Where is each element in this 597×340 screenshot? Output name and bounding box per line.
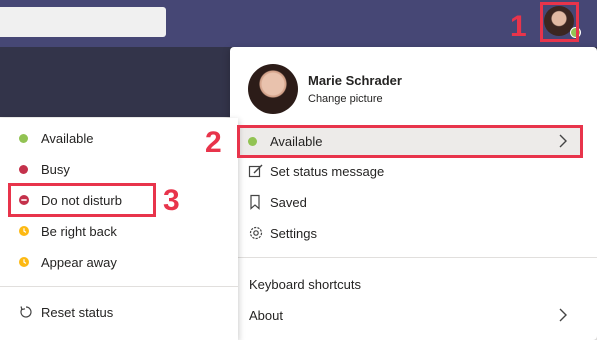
menu-item-keyboard-shortcuts[interactable]: Keyboard shortcuts — [240, 270, 581, 298]
status-divider — [0, 286, 238, 287]
status-option-be-right-back[interactable]: Be right back — [0, 217, 238, 245]
menu-item-settings[interactable]: Settings — [240, 219, 581, 247]
chevron-right-icon — [559, 308, 567, 322]
menu-item-saved[interactable]: Saved — [240, 188, 581, 216]
annotation-number-1: 1 — [510, 10, 527, 43]
reset-status-button[interactable]: Reset status — [0, 298, 238, 326]
menu-item-label: About — [249, 307, 283, 323]
menu-item-label: Set status message — [270, 163, 385, 179]
annotation-box-2 — [237, 125, 583, 158]
clock-icon — [19, 257, 41, 267]
status-label: Be right back — [41, 223, 117, 239]
clock-icon — [19, 226, 41, 236]
status-option-busy[interactable]: Busy — [0, 155, 238, 183]
status-label: Appear away — [41, 254, 117, 270]
avatar[interactable] — [248, 64, 298, 114]
menu-item-about[interactable]: About — [240, 301, 581, 329]
status-option-appear-away[interactable]: Appear away — [0, 248, 238, 276]
annotation-number-2: 2 — [205, 126, 222, 159]
menu-item-label: Settings — [270, 225, 317, 241]
menu-item-label: Keyboard shortcuts — [249, 276, 362, 292]
status-label: Available — [41, 130, 94, 146]
annotation-box-3 — [8, 183, 156, 217]
annotation-number-3: 3 — [163, 184, 180, 217]
busy-icon — [19, 164, 41, 174]
change-picture-link[interactable]: Change picture — [308, 93, 383, 105]
menu-item-label: Saved — [270, 194, 307, 210]
search-input[interactable] — [0, 7, 166, 37]
edit-icon — [248, 163, 270, 179]
status-label: Busy — [41, 161, 70, 177]
menu-divider — [230, 257, 597, 258]
menu-item-set-status-message[interactable]: Set status message — [240, 157, 581, 185]
status-label: Reset status — [41, 304, 114, 320]
status-option-available[interactable]: Available — [0, 124, 238, 152]
profile-name: Marie Schrader — [308, 73, 402, 88]
available-icon — [19, 133, 41, 143]
reset-icon — [19, 305, 41, 319]
bookmark-icon — [248, 194, 270, 210]
annotation-box-1 — [540, 2, 579, 42]
gear-icon — [248, 225, 270, 241]
